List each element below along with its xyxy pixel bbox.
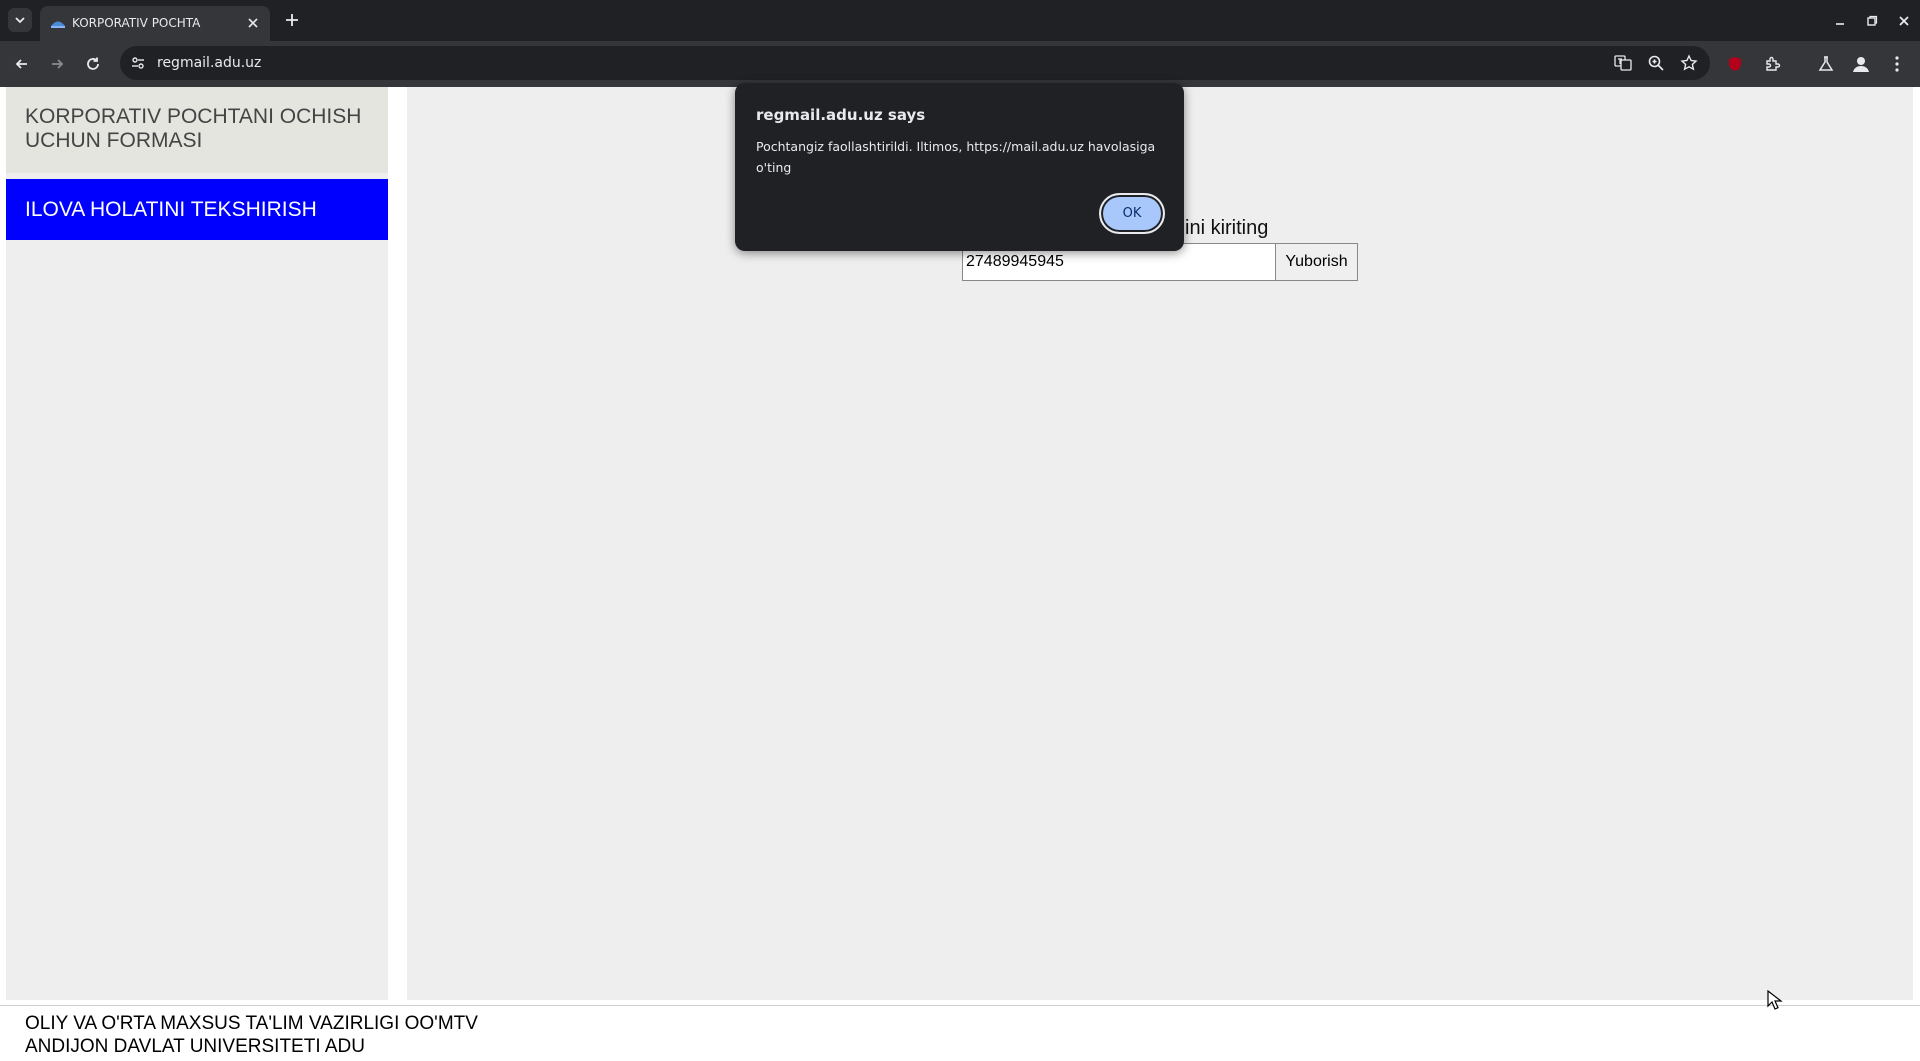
restore-icon: [1867, 15, 1878, 26]
footer-line-1: OLIY VA O'RTA MAXSUS TA'LIM VAZIRLIGI OO…: [25, 1013, 478, 1034]
dialog-message: Pochtangiz faollashtirildi. Iltimos, htt…: [756, 139, 1156, 175]
back-button[interactable]: [10, 52, 34, 76]
tab-search-button[interactable]: [8, 8, 32, 32]
extensions-button[interactable]: [1762, 53, 1784, 75]
close-icon: [1899, 15, 1909, 26]
ublock-extension-icon[interactable]: [1724, 53, 1746, 75]
close-tab-icon[interactable]: [246, 16, 260, 30]
puzzle-icon: [1766, 56, 1781, 71]
reload-button[interactable]: [81, 52, 105, 76]
arrow-right-icon: [52, 59, 64, 69]
bookmark-star-icon[interactable]: [1680, 54, 1698, 72]
chevron-down-icon: [15, 17, 25, 24]
site-settings-icon[interactable]: [130, 55, 146, 71]
avatar-icon: [1853, 57, 1869, 72]
translate-icon[interactable]: [1614, 54, 1632, 72]
tab-korporativ-pochta[interactable]: KORPORATIV POCHTA: [40, 6, 270, 41]
window-controls: [1824, 0, 1920, 41]
reload-icon: [87, 57, 99, 70]
url-text: regmail.adu.uz: [157, 55, 262, 71]
more-vertical-icon: [1895, 56, 1899, 72]
alert-dialog: regmail.adu.uz says Pochtangiz faollasht…: [735, 83, 1184, 251]
minimize-icon: [1836, 22, 1844, 25]
sidebar: KORPORATIV POCHTANI OCHISH UCHUN FORMASI…: [6, 87, 388, 1000]
new-tab-icon[interactable]: [283, 11, 301, 29]
footer-divider: [0, 1005, 1920, 1006]
site-favicon-icon: [51, 21, 65, 28]
flask-icon: [1818, 56, 1834, 71]
restore-button[interactable]: [1856, 0, 1888, 41]
address-bar[interactable]: regmail.adu.uz: [120, 46, 1710, 80]
close-window-button[interactable]: [1888, 0, 1920, 41]
tab-strip: KORPORATIV POCHTA: [0, 0, 1920, 41]
sidebar-heading[interactable]: KORPORATIV POCHTANI OCHISH UCHUN FORMASI: [6, 87, 388, 173]
send-button[interactable]: Yuborish: [1275, 243, 1358, 281]
browser-toolbar: regmail.adu.uz: [0, 41, 1920, 87]
minimize-button[interactable]: [1824, 0, 1856, 41]
tab-title: KORPORATIV POCHTA: [72, 16, 201, 30]
zoom-icon[interactable]: [1647, 54, 1665, 72]
dialog-title: regmail.adu.uz says: [756, 106, 926, 124]
labs-button[interactable]: [1815, 53, 1837, 75]
shield-icon: [1729, 57, 1741, 71]
ok-button[interactable]: OK: [1099, 193, 1165, 234]
profile-button[interactable]: [1850, 53, 1872, 75]
forward-button[interactable]: [45, 52, 69, 76]
footer: OLIY VA O'RTA MAXSUS TA'LIM VAZIRLIGI OO…: [25, 1012, 478, 1058]
id-prompt-label: ini kiriting: [1185, 217, 1269, 239]
browser-menu-button[interactable]: [1886, 53, 1908, 75]
footer-line-2: ANDIJON DAVLAT UNIVERSITETI ADU: [25, 1036, 365, 1057]
mouse-cursor-icon: [1767, 990, 1783, 1010]
sidebar-item-ilova-holatini-tekshirish[interactable]: ILOVA HOLATINI TEKSHIRISH: [6, 179, 388, 240]
arrow-left-icon: [15, 59, 27, 69]
